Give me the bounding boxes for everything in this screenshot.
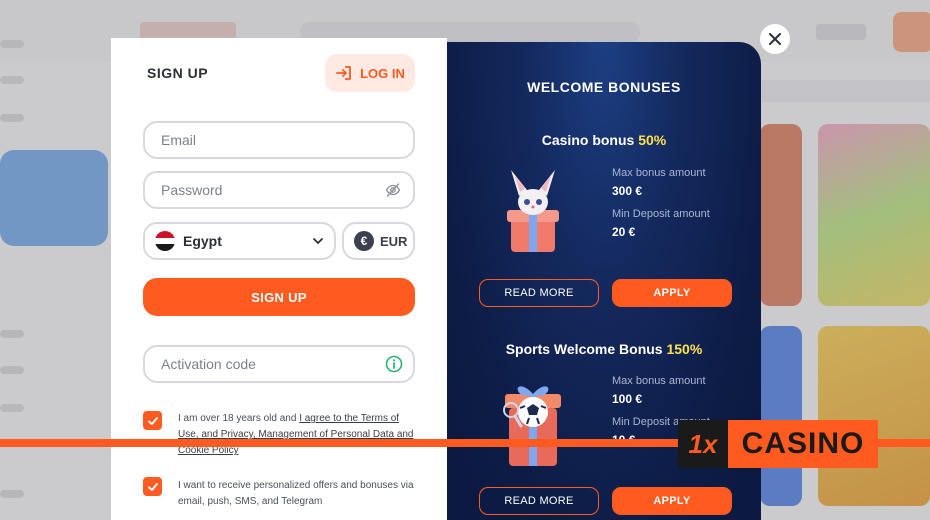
sports-max-value: 100 € xyxy=(612,392,643,406)
signup-button[interactable]: SIGN UP xyxy=(143,278,415,316)
sports-bonus-title: Sports Welcome Bonus 150% xyxy=(447,341,761,357)
activation-code-field[interactable]: Activation code xyxy=(143,345,415,383)
welcome-bonuses-title: WELCOME BONUSES xyxy=(527,79,681,95)
sports-max-label: Max bonus amount xyxy=(612,375,706,387)
close-icon xyxy=(769,33,781,45)
login-button[interactable]: LOG IN xyxy=(325,54,415,92)
info-icon[interactable] xyxy=(385,355,403,373)
signup-title: SIGN UP xyxy=(147,65,209,81)
euro-icon: € xyxy=(354,231,374,251)
sports-read-more-button[interactable]: READ MORE xyxy=(479,487,599,515)
casino-bonus-percent: 50% xyxy=(638,132,667,148)
casino-min-value: 20 € xyxy=(612,225,636,239)
casino-apply-button[interactable]: APPLY xyxy=(612,279,732,307)
sports-apply-button[interactable]: APPLY xyxy=(612,487,732,515)
offers-line1: I want to receive personalized offers an… xyxy=(178,480,414,491)
casino-min-label: Min Deposit amount xyxy=(612,208,710,220)
password-field[interactable]: Password xyxy=(143,171,415,209)
watermark-logo-text: CASINO xyxy=(728,420,878,468)
country-select[interactable]: Egypt xyxy=(143,222,336,260)
agree-terms-prefix: I am over 18 years old and xyxy=(178,413,300,424)
agree-terms-text: I am over 18 years old and I agree to th… xyxy=(178,411,418,459)
egypt-flag-icon xyxy=(155,231,175,251)
offers-text: I want to receive personalized offers an… xyxy=(178,478,418,510)
sports-gift-illustration xyxy=(503,386,561,466)
eye-off-icon[interactable] xyxy=(385,182,401,198)
password-placeholder: Password xyxy=(161,182,223,198)
login-icon xyxy=(336,66,352,80)
terms-link-line1[interactable]: I agree to the Terms of xyxy=(299,413,399,424)
currency-label: EUR xyxy=(380,233,408,249)
fox-gift-illustration xyxy=(507,170,559,252)
casino-bonus-title: Casino bonus 50% xyxy=(447,132,761,148)
activation-placeholder: Activation code xyxy=(161,356,256,372)
sports-bonus-percent: 150% xyxy=(666,341,703,357)
watermark-logo-mark: 1x xyxy=(678,420,728,468)
login-label: LOG IN xyxy=(360,65,405,81)
offers-checkbox[interactable] xyxy=(143,477,162,496)
casino-max-label: Max bonus amount xyxy=(612,167,706,179)
sports-bonus-name: Sports Welcome Bonus xyxy=(505,341,663,357)
casino-max-value: 300 € xyxy=(612,184,643,198)
country-label: Egypt xyxy=(183,233,222,249)
checkmark-icon xyxy=(147,416,158,425)
offers-line2: email, push, SMS, and Telegram xyxy=(178,496,323,507)
email-placeholder: Email xyxy=(161,132,197,148)
close-button[interactable] xyxy=(760,24,790,54)
chevron-down-icon xyxy=(313,238,323,244)
casino-read-more-button[interactable]: READ MORE xyxy=(479,279,599,307)
email-field[interactable]: Email xyxy=(143,121,415,159)
casino-bonus-name: Casino bonus xyxy=(541,132,635,148)
checkmark-icon xyxy=(147,482,158,491)
agree-terms-checkbox[interactable] xyxy=(143,411,162,430)
currency-select[interactable]: € EUR xyxy=(342,222,415,260)
